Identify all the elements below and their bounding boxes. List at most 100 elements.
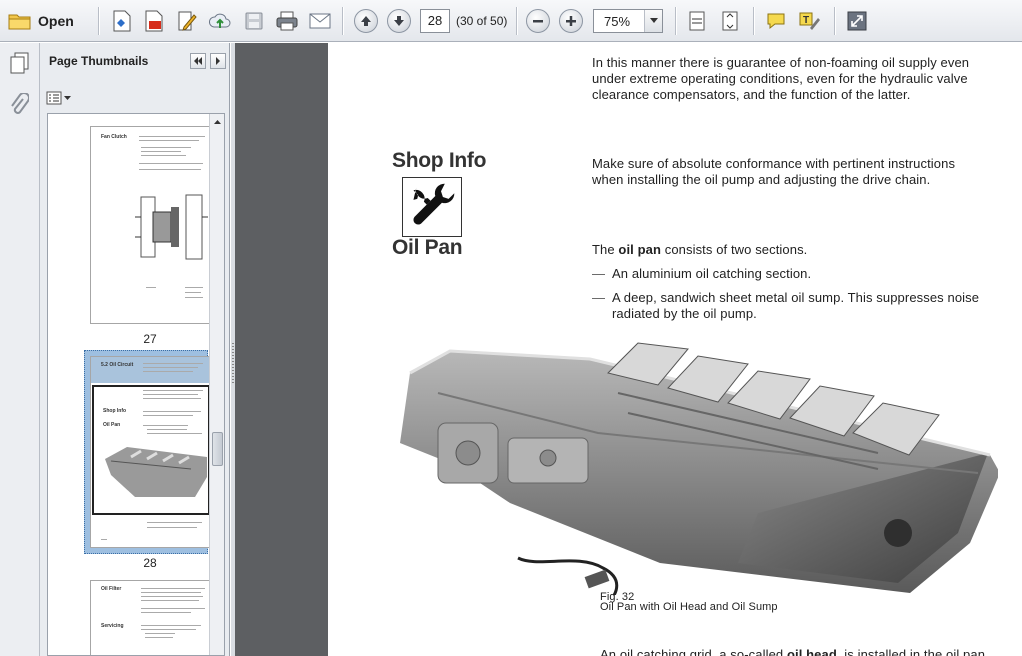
chevron-right-icon — [216, 57, 220, 65]
expand-panel-button[interactable] — [210, 53, 226, 69]
fit-width-icon — [689, 11, 705, 31]
thumbnail-page-29[interactable]: Oil Filter Servicing — [90, 580, 210, 655]
wrench-icon — [413, 183, 455, 225]
zoom-value: 75% — [604, 14, 631, 29]
thumbnail-heading: Fan Clutch — [101, 134, 127, 140]
next-page-button[interactable] — [385, 7, 413, 35]
upload-button[interactable] — [206, 7, 234, 35]
print-button[interactable] — [273, 7, 301, 35]
thumbnails-panel: Page Thumbnails Fan Clutch 27 5.2 Oil Ci… — [40, 43, 230, 656]
save-disk-icon — [245, 12, 263, 30]
edit-document-icon — [178, 11, 197, 31]
zoom-in-button[interactable] — [557, 7, 585, 35]
speech-bubble-icon — [767, 13, 785, 30]
highlight-text-button[interactable]: T — [795, 7, 823, 35]
collapse-panel-button[interactable] — [190, 53, 206, 69]
save-button[interactable] — [240, 7, 268, 35]
page-count-label: (30 of 50) — [456, 14, 508, 28]
oil-pan-thumbnail-image — [105, 447, 207, 497]
chevron-down-icon — [649, 18, 658, 23]
minus-icon — [533, 20, 543, 23]
folder-icon — [8, 14, 31, 30]
highlighter-icon: T — [799, 12, 820, 30]
thumbnail-sub: Servicing — [101, 623, 124, 629]
plus-icon — [566, 16, 576, 26]
full-screen-button[interactable] — [843, 7, 871, 35]
oil-pan-photo — [400, 342, 998, 595]
thumbnail-page-28[interactable]: 5.2 Oil Circuit Shop Info Oil Pan — [90, 356, 210, 548]
oil-pan-heading: Oil Pan — [392, 236, 463, 259]
printer-icon — [276, 11, 298, 31]
fan-clutch-drawing — [135, 194, 208, 260]
chevron-down-icon — [64, 95, 71, 100]
thumbnail-scrollbar[interactable] — [209, 114, 224, 655]
pages-icon — [10, 52, 29, 74]
shop-info-text: when installing the oil pump and adjusti… — [592, 172, 931, 187]
navigation-pane-strip — [0, 43, 40, 656]
body-text: clearance compensators, and the function… — [592, 87, 911, 102]
paperclip-icon — [11, 92, 30, 114]
thumbnail-label-27: 27 — [143, 332, 157, 346]
zoom-out-button[interactable] — [524, 7, 552, 35]
thumbnail-list[interactable]: Fan Clutch 27 5.2 Oil Circuit Shop Info … — [47, 113, 225, 656]
fit-window-button[interactable] — [716, 7, 744, 35]
zoom-dropdown-arrow[interactable] — [644, 10, 662, 32]
pdf-convert-button[interactable] — [140, 7, 168, 35]
body-text: In this manner there is guarantee of non… — [592, 55, 970, 70]
thumbnail-label-28: 28 — [143, 556, 157, 570]
edit-document-button[interactable] — [173, 7, 201, 35]
oil-pan-intro: The oil pan consists of two sections. — [592, 242, 808, 257]
zoom-select[interactable]: 75% — [593, 9, 663, 33]
create-document-icon — [113, 10, 131, 32]
bullet-text: A deep, sandwich sheet metal oil sump. T… — [612, 290, 980, 305]
open-label: Open — [38, 13, 74, 29]
pdf-document-icon — [145, 10, 163, 32]
bullet-text: An aluminium oil catching section. — [612, 266, 812, 281]
arrow-down-icon — [394, 16, 404, 26]
body-text: An oil catching grid, a so-called oil he… — [600, 647, 986, 656]
attachments-tab[interactable] — [9, 92, 30, 122]
comment-button[interactable] — [762, 7, 790, 35]
toolbar-separator — [342, 7, 343, 35]
create-pdf-button[interactable] — [108, 7, 136, 35]
thumbnail-options-button[interactable] — [46, 89, 72, 107]
thumbnail-sub: Oil Pan — [103, 422, 121, 428]
options-list-icon — [46, 91, 62, 105]
toolbar-separator — [516, 7, 517, 35]
open-button[interactable]: Open — [4, 7, 80, 35]
chevron-up-icon — [213, 119, 221, 124]
toolbar-separator — [98, 7, 99, 35]
previous-page-button[interactable] — [352, 7, 380, 35]
toolbar-separator — [675, 7, 676, 35]
thumbnail-sub: Shop Info — [103, 408, 127, 414]
double-chevron-left-icon — [194, 57, 202, 65]
main-toolbar: Open 28 (30 of 50) 75% T — [0, 0, 1022, 42]
thumbnail-heading: Oil Filter — [101, 586, 122, 592]
panel-title: Page Thumbnails — [49, 54, 149, 68]
fit-page-icon — [722, 11, 738, 31]
thumbnail-page-27[interactable]: Fan Clutch — [90, 126, 210, 324]
shop-info-text: Make sure of absolute conformance with p… — [592, 156, 956, 171]
toolbar-separator — [834, 7, 835, 35]
email-button[interactable] — [306, 7, 334, 35]
thumbnail-heading: 5.2 Oil Circuit — [101, 362, 134, 368]
bullet-dash: — — [592, 266, 605, 281]
scroll-up-button[interactable] — [210, 114, 224, 128]
document-page: In this manner there is guarantee of non… — [328, 43, 1022, 656]
svg-text:T: T — [803, 15, 809, 26]
document-background — [235, 43, 328, 656]
body-text: under extreme operating conditions, even… — [592, 71, 968, 86]
scroll-thumb[interactable] — [212, 432, 223, 466]
toolbar-separator — [753, 7, 754, 35]
page-thumbnails-tab[interactable] — [9, 51, 31, 78]
fit-page-button[interactable] — [683, 7, 711, 35]
page-number-input[interactable]: 28 — [420, 9, 450, 33]
shop-info-heading: Shop Info — [392, 149, 487, 172]
figure-caption: Oil Pan with Oil Head and Oil Sump — [600, 601, 778, 613]
cloud-upload-icon — [208, 13, 231, 28]
shop-info-box — [402, 177, 462, 237]
envelope-icon — [309, 13, 331, 29]
expand-icon — [847, 11, 867, 31]
bullet-text: radiated by the oil pump. — [612, 306, 757, 321]
arrow-up-icon — [361, 16, 371, 26]
